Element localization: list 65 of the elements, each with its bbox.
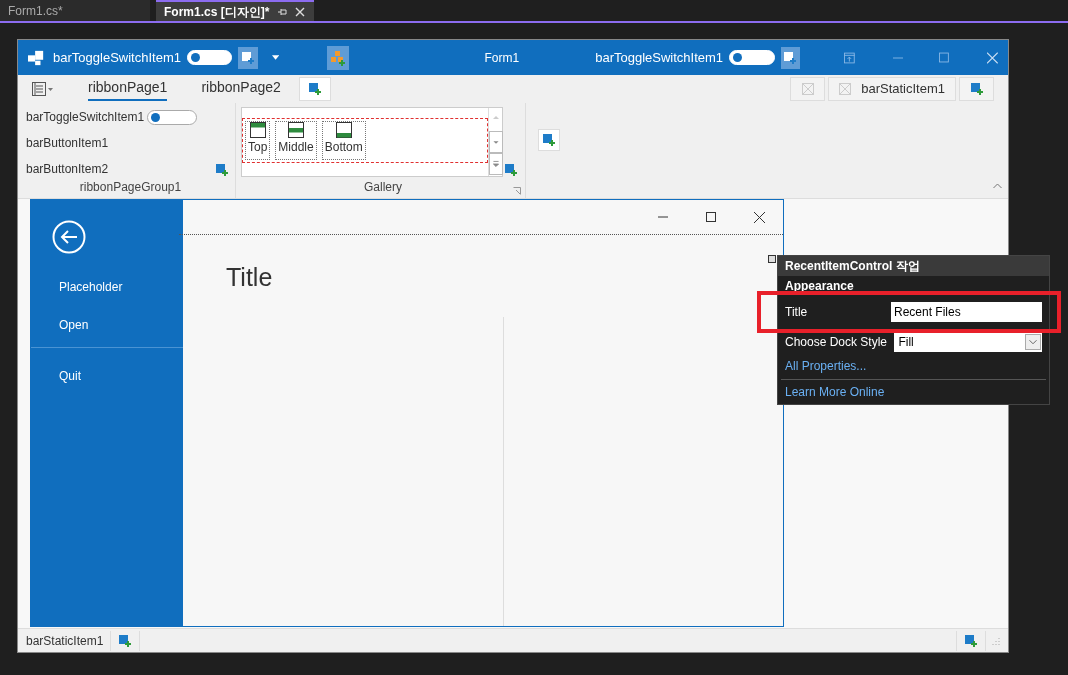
gallery-item-icon (288, 122, 305, 138)
add-item-icon (969, 82, 984, 96)
add-item-icon (241, 50, 256, 65)
gallery-item-icon (249, 122, 266, 138)
add-item-button[interactable] (956, 630, 986, 651)
add-item-icon (964, 633, 978, 648)
ribbon-button[interactable]: barButtonItem2 (26, 160, 109, 178)
link[interactable]: All Properties... (785, 359, 867, 373)
backstage-menu-item[interactable]: Open (31, 309, 89, 334)
add-item-button[interactable] (110, 630, 141, 651)
ribbon-button[interactable]: barButtonItem1 (26, 134, 109, 152)
add-item-button[interactable] (298, 77, 331, 101)
input-field[interactable]: Recent Files (891, 302, 1042, 322)
field-label: Choose Dock Style (785, 334, 889, 351)
dialog-launcher-icon[interactable] (513, 187, 521, 195)
window-title: Form1 (484, 49, 520, 67)
editor-tab[interactable]: Form1.cs [디자인]* (156, 0, 314, 21)
smart-tag-glyph[interactable] (768, 255, 776, 263)
add-item-button[interactable] (959, 77, 994, 101)
gallery-item[interactable]: Middle (275, 121, 317, 160)
add-item-button[interactable] (238, 46, 258, 69)
add-item-button[interactable] (504, 163, 518, 177)
gallery-item-icon (335, 122, 352, 138)
app-icon (28, 48, 45, 67)
dropdown-field[interactable]: Fill (894, 332, 1042, 352)
placeholder-image-icon (839, 83, 852, 95)
add-item-icon (307, 82, 322, 96)
gallery-item[interactable]: Bottom (321, 121, 366, 160)
ribbon-display-icon[interactable] (844, 51, 855, 64)
add-item-icon (118, 633, 133, 648)
toggle-label: barToggleSwitchItem1 (53, 48, 181, 67)
field-label: Title (785, 304, 809, 321)
dropdown-arrow-icon[interactable] (272, 55, 280, 60)
pin-icon[interactable] (277, 6, 288, 17)
backstage-title: Title (226, 262, 274, 293)
add-item-icon (542, 133, 556, 147)
backstage-menu-item[interactable]: Placeholder (31, 271, 123, 296)
app-menu-icon[interactable] (32, 82, 54, 96)
add-item-icon (783, 50, 798, 65)
toggle-switch[interactable] (147, 109, 198, 125)
size-grip-icon (992, 636, 1000, 645)
placeholder-image-icon (801, 83, 814, 95)
component-icon[interactable] (327, 45, 349, 70)
editor-tab[interactable]: Form1.cs* (0, 0, 150, 21)
ribbon-tab[interactable]: ribbonPage1 (88, 77, 168, 101)
link[interactable]: Learn More Online (785, 385, 885, 399)
add-item-icon (504, 163, 518, 177)
add-item-button[interactable] (538, 129, 560, 151)
group-caption: Gallery (364, 179, 402, 196)
ribbon-tab[interactable]: ribbonPage2 (201, 77, 281, 101)
toggle-label: barToggleSwitchItem1 (26, 109, 145, 126)
static-item-button[interactable]: barStaticItem1 (828, 77, 956, 101)
group-caption: ribbonPageGroup1 (79, 179, 182, 196)
backstage-menu-item[interactable]: Quit (31, 360, 81, 385)
add-item-button[interactable] (215, 163, 229, 177)
gallery-dropdown-icon[interactable] (489, 153, 503, 175)
gallery-item[interactable]: Top (245, 121, 271, 160)
add-item-button[interactable] (780, 46, 801, 69)
close-icon[interactable] (754, 211, 765, 223)
status-item: barStaticItem1 (26, 632, 104, 650)
panel-header: RecentItemControl 작업 (778, 256, 1049, 276)
maximize-icon[interactable] (706, 212, 716, 222)
section-heading: Appearance (784, 278, 855, 293)
add-item-icon (215, 163, 229, 177)
toggle-label: barToggleSwitchItem1 (595, 48, 724, 67)
